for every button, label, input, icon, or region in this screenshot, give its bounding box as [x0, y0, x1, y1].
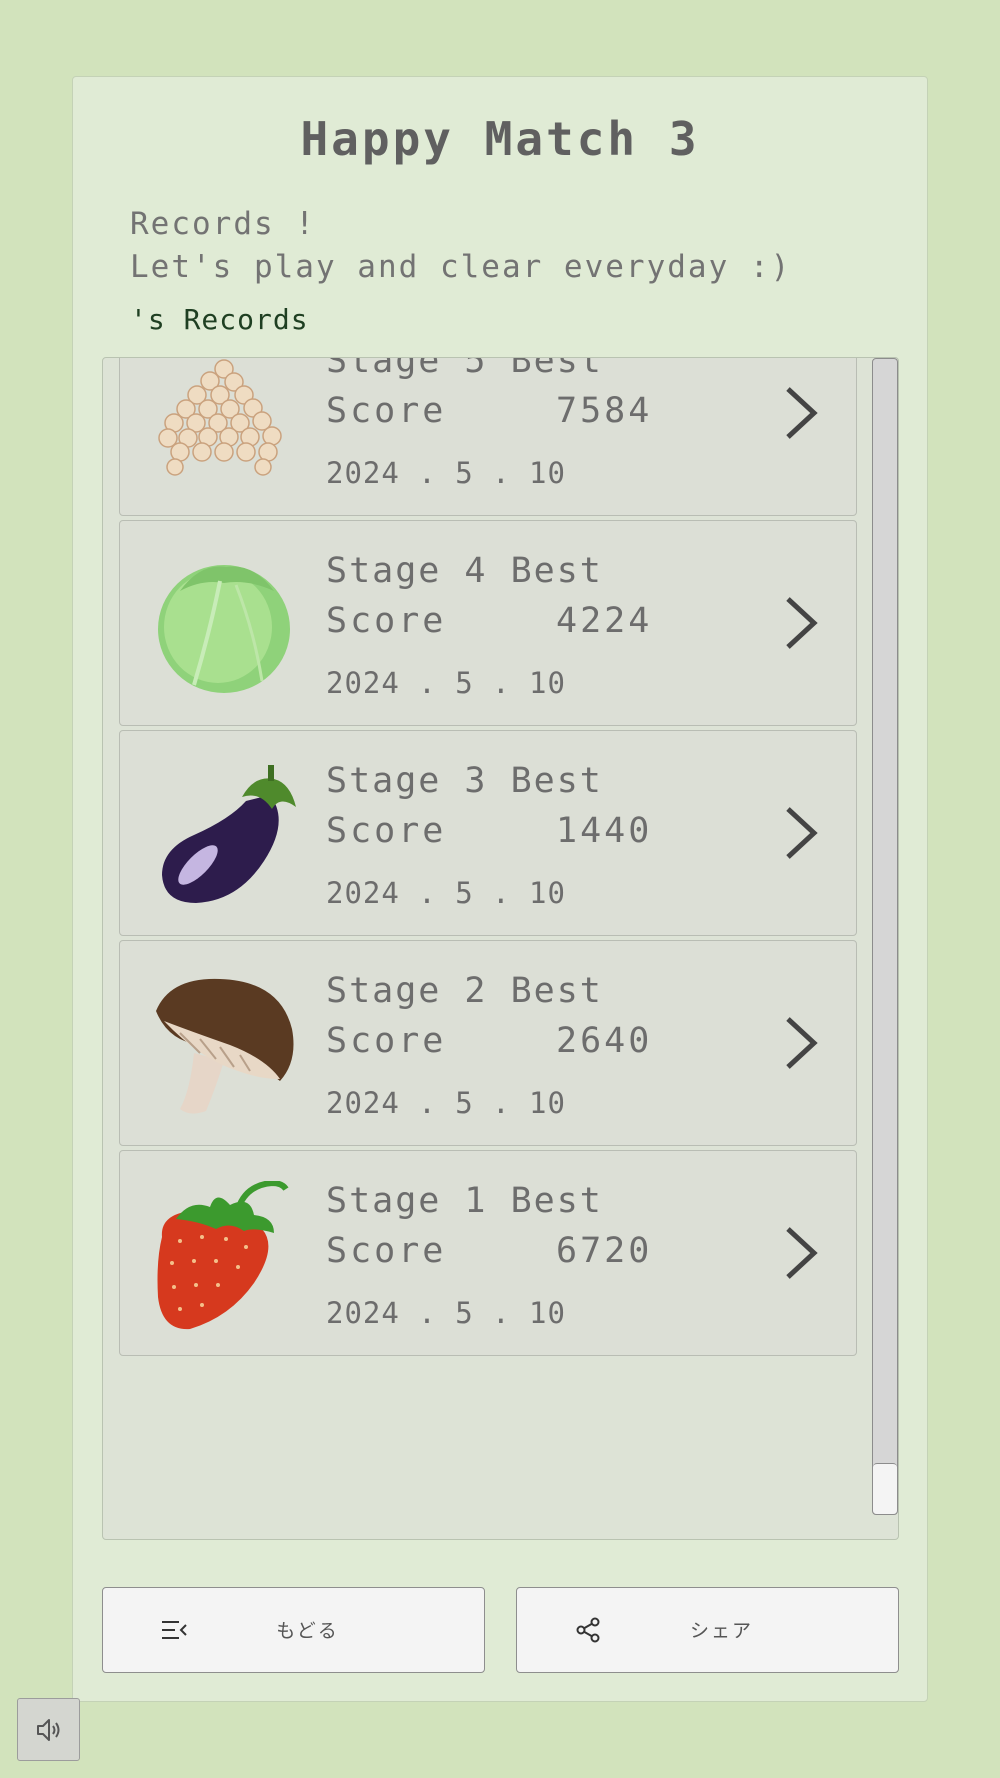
chevron-right-icon[interactable]: [780, 1015, 820, 1071]
record-card-stage-4[interactable]: Stage 4 Best Score 4224 2024 . 5 . 10: [119, 520, 857, 726]
back-button-label: もどる: [276, 1620, 339, 1642]
speaker-icon: [37, 1719, 60, 1741]
page-title: Happy Match 3: [300, 112, 700, 166]
records-message: Let's play and clear everyday :): [130, 249, 792, 285]
sound-button[interactable]: [17, 1698, 80, 1761]
record-score-label: Score: [326, 811, 447, 851]
records-list-viewport: Stage 5 Best Score 7584 2024 . 5 . 10 St…: [103, 358, 871, 1539]
record-score-label: Score: [326, 1021, 447, 1061]
record-stage-label: Stage 4 Best: [326, 551, 603, 591]
strawberry-icon: [157, 1181, 289, 1330]
record-stage-label: Stage 2 Best: [326, 971, 603, 1011]
record-stage-label: Stage 1 Best: [326, 1181, 603, 1221]
record-score-value: 6720: [556, 1231, 653, 1271]
record-card-stage-2[interactable]: Stage 2 Best Score 2640 2024 . 5 . 10: [119, 940, 857, 1146]
record-score-value: 1440: [556, 811, 653, 851]
cabbage-icon: [158, 565, 290, 693]
scrollbar[interactable]: [872, 358, 898, 1515]
record-date: 2024 . 5 . 10: [326, 876, 566, 910]
record-date: 2024 . 5 . 10: [326, 666, 566, 700]
mushroom-icon: [156, 978, 294, 1114]
record-card-stage-5[interactable]: Stage 5 Best Score 7584 2024 . 5 . 10: [119, 358, 857, 516]
record-score-label: Score: [326, 1231, 447, 1271]
record-card-stage-1[interactable]: Stage 1 Best Score 6720 2024 . 5 . 10: [119, 1150, 857, 1356]
record-date: 2024 . 5 . 10: [326, 456, 566, 490]
chevron-right-icon[interactable]: [780, 1225, 820, 1281]
record-score-value: 7584: [556, 391, 653, 431]
record-score-value: 2640: [556, 1021, 653, 1061]
record-score-value: 4224: [556, 601, 653, 641]
chevron-right-icon[interactable]: [780, 595, 820, 651]
record-date: 2024 . 5 . 10: [326, 1086, 566, 1120]
record-stage-label: Stage 3 Best: [326, 761, 603, 801]
share-button-label: シェア: [689, 1620, 753, 1642]
scrollbar-thumb[interactable]: [873, 1463, 897, 1514]
eggplant-icon: [162, 765, 296, 903]
record-date: 2024 . 5 . 10: [326, 1296, 566, 1330]
record-score-label: Score: [326, 391, 447, 431]
back-button[interactable]: もどる: [102, 1587, 485, 1673]
records-heading: Records !: [130, 206, 316, 242]
chevron-right-icon[interactable]: [780, 385, 820, 441]
user-records-label: 's Records: [130, 303, 309, 336]
soybeans-icon: [158, 359, 282, 476]
record-stage-label: Stage 5 Best: [326, 358, 603, 381]
records-list[interactable]: Stage 5 Best Score 7584 2024 . 5 . 10 St…: [102, 357, 899, 1540]
record-card-stage-3[interactable]: Stage 3 Best Score 1440 2024 . 5 . 10: [119, 730, 857, 936]
chevron-right-icon[interactable]: [780, 805, 820, 861]
record-score-label: Score: [326, 601, 447, 641]
share-button[interactable]: シェア: [516, 1587, 899, 1673]
